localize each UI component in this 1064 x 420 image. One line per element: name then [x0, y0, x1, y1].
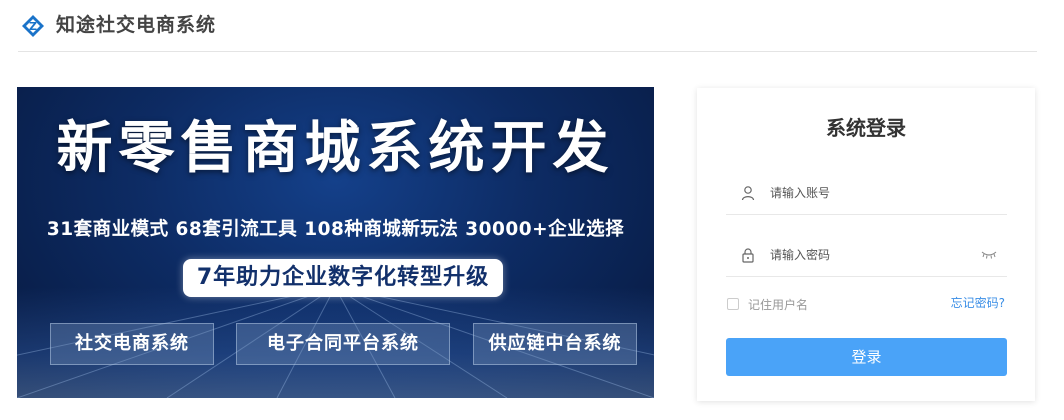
- login-title: 系统登录: [826, 116, 906, 140]
- banner-pill: 7年助力企业数字化转型升级: [183, 259, 503, 297]
- login-button[interactable]: 登录: [726, 338, 1007, 376]
- forgot-password-link[interactable]: 忘记密码?: [951, 294, 1005, 312]
- banner-headline: 新零售商城系统开发: [56, 116, 615, 181]
- banner-tag-e-contract: 电子合同平台系统: [236, 323, 450, 365]
- username-input[interactable]: [770, 180, 970, 206]
- login-card: 系统登录 记住用户名 忘记密码? 登录: [697, 88, 1035, 401]
- header-divider: [18, 51, 1037, 52]
- user-icon: [741, 186, 755, 201]
- checkbox-box[interactable]: [727, 298, 739, 310]
- header: Z 知途社交电商系统: [0, 0, 1064, 52]
- banner-tag-social-commerce: 社交电商系统: [50, 323, 214, 365]
- remember-username-checkbox[interactable]: 记住用户名: [727, 296, 808, 314]
- app-title: 知途社交电商系统: [56, 14, 217, 36]
- banner-tag-supply-chain: 供应链中台系统: [473, 323, 637, 365]
- username-field: [726, 172, 1007, 215]
- eye-closed-icon[interactable]: [981, 249, 997, 261]
- svg-text:Z: Z: [29, 20, 37, 33]
- remember-username-label: 记住用户名: [748, 298, 809, 312]
- promo-banner[interactable]: 新零售商城系统开发 31套商业模式 68套引流工具 108种商城新玩法 3000…: [17, 87, 654, 398]
- banner-subline: 31套商业模式 68套引流工具 108种商城新玩法 30000+企业选择: [46, 219, 625, 240]
- z-logo-icon: Z: [22, 15, 44, 37]
- lock-icon: [742, 248, 754, 263]
- password-input[interactable]: [770, 242, 970, 268]
- password-field: [726, 234, 1007, 277]
